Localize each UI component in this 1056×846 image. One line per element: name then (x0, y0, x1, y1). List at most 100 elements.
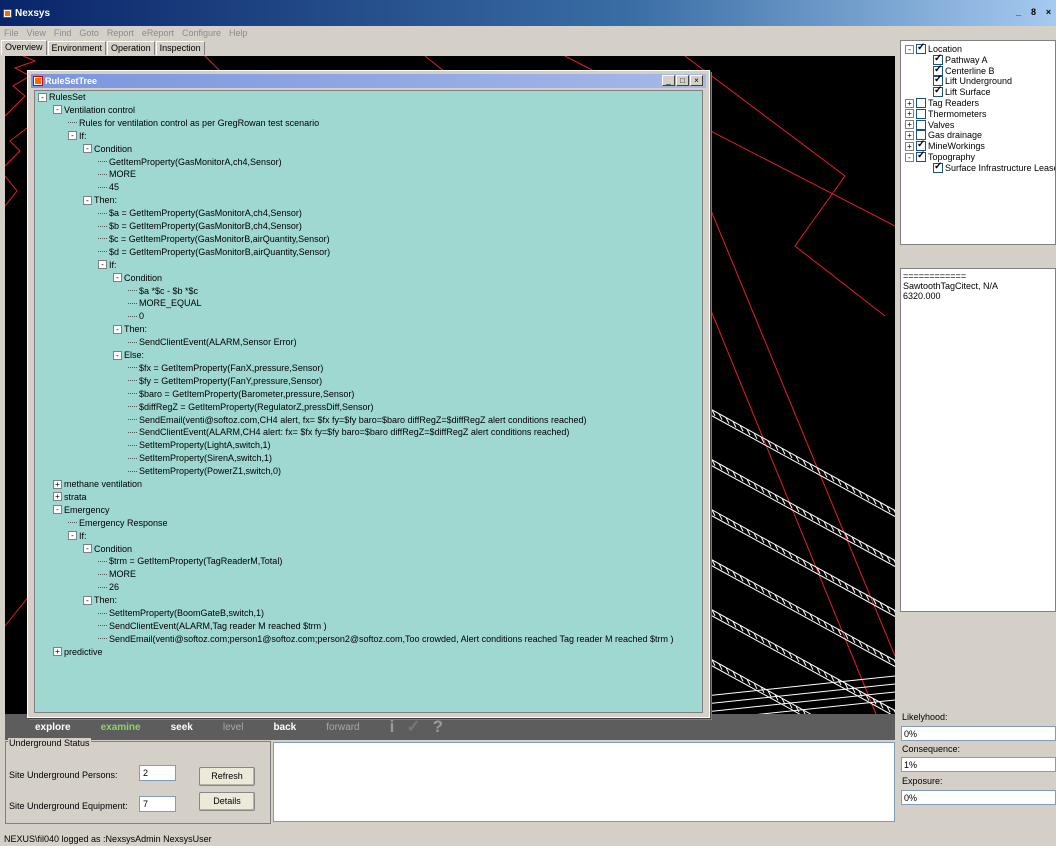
rule-node[interactable]: - Then: (83, 195, 117, 205)
tab-environment[interactable]: Environment (47, 41, 107, 55)
layer-checkbox[interactable] (933, 162, 943, 173)
refresh-button[interactable]: Refresh (199, 767, 255, 786)
rule-node[interactable]: - Emergency (53, 505, 110, 515)
layer-node[interactable]: + Tag Readers (905, 98, 979, 108)
layer-node[interactable]: Pathway A (922, 54, 988, 65)
rule-node[interactable]: $fx = GetItemProperty(FanX,pressure,Sens… (128, 363, 323, 373)
collapse-icon[interactable]: - (98, 260, 107, 270)
likelihood-value[interactable]: 0% (901, 726, 1056, 741)
rule-node[interactable]: - If: (68, 131, 87, 141)
rule-node[interactable]: SendEmail(venti@softoz.com,CH4 alert, fx… (128, 415, 587, 425)
rule-node[interactable]: $fy = GetItemProperty(FanY,pressure,Sens… (128, 376, 322, 386)
collapse-icon[interactable]: - (83, 544, 92, 553)
rule-node[interactable]: - Else: (113, 350, 144, 360)
rule-node[interactable]: SetItemProperty(PowerZ1,switch,0) (128, 466, 281, 476)
rule-node[interactable]: SetItemProperty(LightA,switch,1) (128, 440, 271, 450)
collapse-icon[interactable]: - (113, 273, 122, 283)
ruleset-minimize-button[interactable]: _ (662, 75, 675, 86)
level-button[interactable]: level (223, 722, 244, 733)
rule-node[interactable]: - Condition (113, 273, 162, 283)
menu-file[interactable]: File (4, 28, 19, 38)
persons-field[interactable]: 2 (139, 765, 176, 781)
details-button[interactable]: Details (199, 792, 255, 811)
rule-node[interactable]: Emergency Response (68, 518, 168, 528)
rule-node[interactable]: $a *$c - $b *$c (128, 286, 198, 296)
minimize-button[interactable]: _ (1011, 6, 1026, 19)
layer-node[interactable]: + Valves (905, 119, 954, 130)
collapse-icon[interactable]: - (83, 144, 92, 154)
layer-checkbox[interactable] (916, 108, 926, 119)
examine-button[interactable]: examine (101, 722, 141, 733)
expand-icon[interactable]: + (905, 130, 914, 140)
rule-node[interactable]: SetItemProperty(SirenA,switch,1) (128, 453, 272, 463)
rule-node[interactable]: - RulesSet (38, 92, 86, 102)
collapse-icon[interactable]: - (905, 152, 914, 162)
rule-node[interactable]: MORE (98, 169, 136, 179)
rule-node[interactable]: $d = GetItemProperty(GasMonitorB,airQuan… (98, 247, 330, 257)
collapse-icon[interactable]: - (53, 105, 62, 115)
rule-node[interactable]: - If: (68, 531, 87, 541)
explore-button[interactable]: explore (35, 722, 71, 733)
info-icon[interactable]: i (390, 717, 395, 737)
rule-node[interactable]: 26 (98, 582, 119, 592)
equipment-field[interactable]: 7 (139, 796, 176, 812)
rule-node[interactable]: - Condition (83, 144, 132, 154)
rule-node[interactable]: - If: (98, 260, 117, 270)
menu-configure[interactable]: Configure (182, 28, 221, 38)
collapse-icon[interactable]: - (83, 595, 92, 605)
ruleset-titlebar[interactable]: RuleSetTree _ □ × (31, 74, 706, 88)
tab-overview[interactable]: Overview (1, 40, 47, 55)
rule-node[interactable]: - Ventilation control (53, 105, 135, 115)
layer-node[interactable]: Lift Surface (922, 86, 991, 98)
expand-icon[interactable]: + (53, 647, 62, 657)
expand-icon[interactable]: + (905, 120, 914, 130)
consequence-value[interactable]: 1% (901, 757, 1056, 772)
collapse-icon[interactable]: - (83, 195, 92, 205)
layer-checkbox[interactable] (916, 98, 926, 108)
help-icon[interactable]: ? (433, 717, 443, 737)
layer-checkbox[interactable] (933, 86, 943, 98)
maximize-button[interactable]: 8 (1026, 6, 1041, 19)
collapse-icon[interactable]: - (113, 350, 122, 360)
ruleset-maximize-button[interactable]: □ (676, 75, 689, 86)
menu-goto[interactable]: Goto (79, 28, 99, 38)
rule-node[interactable]: SetItemProperty(BoomGateB,switch,1) (98, 608, 264, 618)
item-info-pane[interactable]: ============ SawtoothTagCitect, N/A 6320… (900, 268, 1056, 612)
forward-button[interactable]: forward (326, 722, 359, 733)
menu-find[interactable]: Find (54, 28, 72, 38)
rule-node[interactable]: MORE (98, 569, 136, 579)
layer-checkbox[interactable] (916, 43, 926, 54)
rule-node[interactable]: - Condition (83, 544, 132, 554)
layer-tree[interactable]: -LocationPathway ACenterline BLift Under… (900, 40, 1056, 245)
rule-node[interactable]: Rules for ventilation control as per Gre… (68, 118, 319, 128)
back-button[interactable]: back (273, 722, 296, 733)
rule-node[interactable]: MORE_EQUAL (128, 298, 202, 308)
rule-node[interactable]: + predictive (53, 647, 103, 657)
rule-node[interactable]: $baro = GetItemProperty(Barometer,pressu… (128, 389, 354, 399)
rule-node[interactable]: $c = GetItemProperty(GasMonitorB,airQuan… (98, 234, 330, 244)
rule-node[interactable]: $a = GetItemProperty(GasMonitorA,ch4,Sen… (98, 208, 302, 218)
ruleset-tree[interactable]: - RulesSet - Ventilation control Rules for v… (34, 90, 703, 713)
layer-node[interactable]: Centerline B (922, 65, 995, 76)
menu-report[interactable]: Report (107, 28, 134, 38)
rule-node[interactable]: + methane ventilation (53, 479, 142, 489)
layer-node[interactable]: Surface Infrastructure Lease (922, 162, 1055, 173)
rule-node[interactable]: $b = GetItemProperty(GasMonitorB,ch4,Sen… (98, 221, 302, 231)
pane-splitter[interactable] (900, 245, 1056, 268)
rule-node[interactable]: GetItemProperty(GasMonitorA,ch4,Sensor) (98, 157, 282, 167)
expand-icon[interactable]: + (53, 492, 62, 502)
expand-icon[interactable]: + (905, 109, 914, 119)
rule-node[interactable]: - Then: (113, 324, 147, 334)
tab-inspection[interactable]: Inspection (155, 41, 205, 55)
layer-checkbox[interactable] (916, 119, 926, 130)
exposure-value[interactable]: 0% (901, 790, 1056, 805)
rule-node[interactable]: SendEmail(venti@softoz.com;person1@softo… (98, 634, 674, 644)
rule-node[interactable]: 0 (128, 311, 144, 321)
collapse-icon[interactable]: - (905, 44, 914, 54)
expand-icon[interactable]: + (905, 98, 914, 108)
collapse-icon[interactable]: - (53, 505, 62, 515)
tab-operation[interactable]: Operation (107, 41, 155, 55)
menu-view[interactable]: View (27, 28, 46, 38)
menu-ereport[interactable]: eReport (142, 28, 174, 38)
layer-checkbox[interactable] (916, 151, 926, 162)
